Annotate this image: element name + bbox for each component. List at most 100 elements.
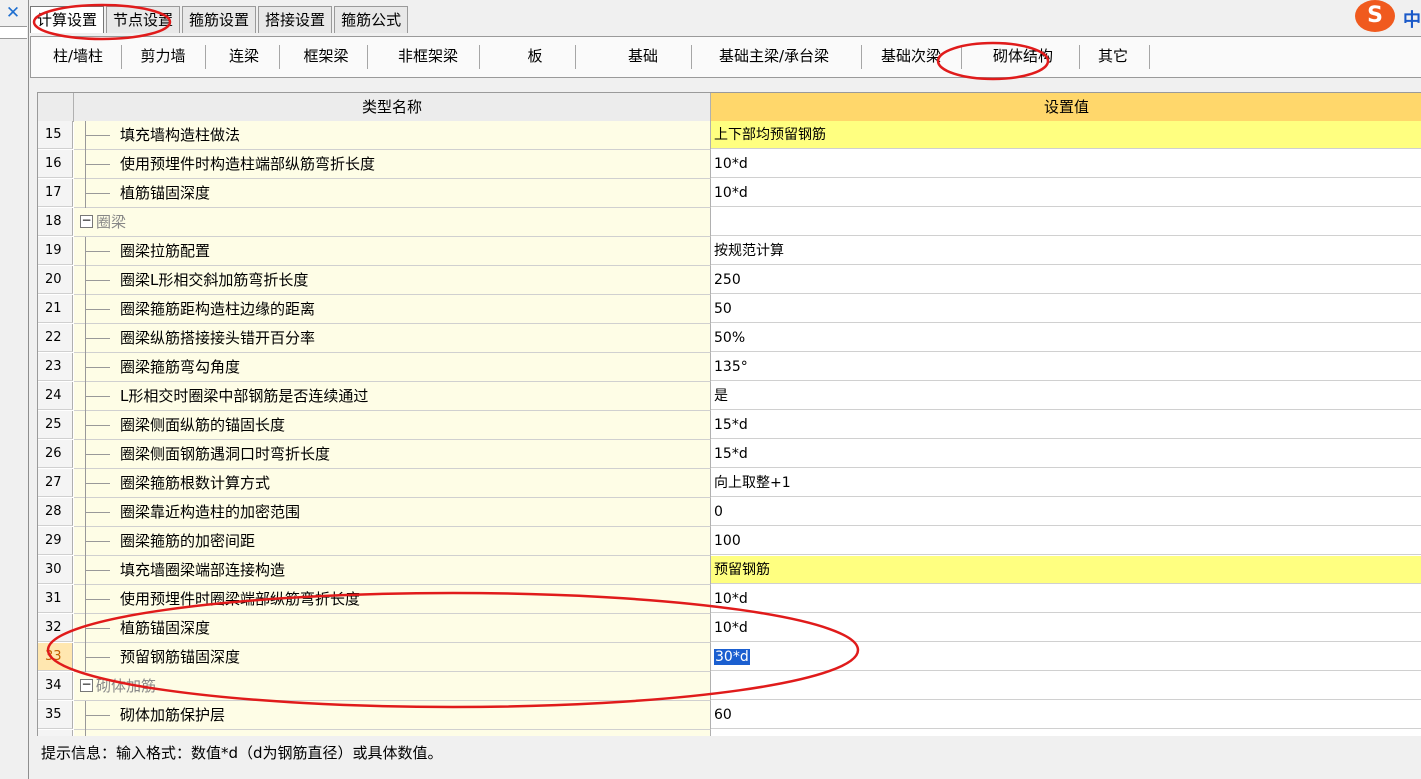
row-number[interactable]: 21 <box>38 295 73 323</box>
table-row[interactable]: 23 圈梁箍筋弯勾角度 135° <box>38 353 1421 382</box>
row-number[interactable]: 18 <box>38 208 73 236</box>
component-tab[interactable]: 其它 <box>1081 41 1145 71</box>
row-number[interactable]: 26 <box>38 440 73 468</box>
table-row[interactable]: 24 L形相交时圈梁中部钢筋是否连续通过 是 <box>38 382 1421 411</box>
tree-branch <box>86 541 110 542</box>
row-value-cell[interactable]: 200 <box>711 730 1421 736</box>
row-number[interactable]: 17 <box>38 179 73 207</box>
table-row[interactable]: 26 圈梁侧面钢筋遇洞口时弯折长度 15*d <box>38 440 1421 469</box>
table-row[interactable]: 28 圈梁靠近构造柱的加密范围 0 <box>38 498 1421 527</box>
component-tab[interactable]: 基础主梁/承台梁 <box>691 41 857 71</box>
value-editor[interactable]: 30*d <box>714 649 750 665</box>
table-row[interactable]: 15 填充墙构造柱做法 上下部均预留钢筋 <box>38 121 1421 150</box>
component-tab[interactable]: 基础次梁 <box>865 41 957 71</box>
row-value-cell[interactable]: 10*d <box>711 614 1421 642</box>
row-number[interactable]: 32 <box>38 614 73 642</box>
component-tab[interactable]: 框架梁 <box>289 41 363 71</box>
tab-separator <box>861 45 862 69</box>
tree-branch <box>86 483 110 484</box>
row-value: 135° <box>714 359 748 375</box>
row-name-cell: L形相交时圈梁中部钢筋是否连续通过 <box>74 382 711 411</box>
table-row[interactable]: 16 使用预埋件时构造柱端部纵筋弯折长度 10*d <box>38 150 1421 179</box>
top-tab[interactable]: 节点设置 <box>106 6 181 33</box>
row-number[interactable]: 36 <box>38 730 73 736</box>
table-row[interactable]: 20 圈梁L形相交斜加筋弯折长度 250 <box>38 266 1421 295</box>
row-value-cell[interactable]: 15*d <box>711 440 1421 468</box>
row-number[interactable]: 16 <box>38 150 73 178</box>
component-tab[interactable]: 剪力墙 <box>125 41 201 71</box>
row-value-cell[interactable] <box>711 208 1421 236</box>
top-tab[interactable]: 搭接设置 <box>258 6 333 33</box>
table-row[interactable]: 29 圈梁箍筋的加密间距 100 <box>38 527 1421 556</box>
table-row[interactable]: 35 砌体加筋保护层 60 <box>38 701 1421 730</box>
row-value-cell[interactable]: 上下部均预留钢筋 <box>711 121 1421 149</box>
close-icon[interactable]: ✕ <box>2 2 24 24</box>
row-value-cell[interactable]: 10*d <box>711 585 1421 613</box>
row-number[interactable]: 35 <box>38 701 73 729</box>
row-value-cell[interactable] <box>711 672 1421 700</box>
tree-branch <box>86 570 110 571</box>
group-row[interactable]: 18− 圈梁 <box>38 208 1421 237</box>
component-tab[interactable]: 基础 <box>599 41 687 71</box>
row-value-cell[interactable]: 预留钢筋 <box>711 556 1421 584</box>
table-row[interactable]: 31 使用预埋件时圈梁端部纵筋弯折长度 10*d <box>38 585 1421 614</box>
top-tab[interactable]: 计算设置 <box>30 6 105 33</box>
row-label: 使用预埋件时构造柱端部纵筋弯折长度 <box>120 155 376 173</box>
component-tab[interactable]: 板 <box>499 41 571 71</box>
collapse-icon[interactable]: − <box>80 678 93 692</box>
row-value-cell[interactable]: 0 <box>711 498 1421 526</box>
table-row[interactable]: 17 植筋锚固深度 10*d <box>38 179 1421 208</box>
row-number[interactable]: 20 <box>38 266 73 294</box>
row-value-cell[interactable]: 60 <box>711 701 1421 729</box>
table-row[interactable]: 30 填充墙圈梁端部连接构造 预留钢筋 <box>38 556 1421 585</box>
row-number[interactable]: 28 <box>38 498 73 526</box>
component-tab[interactable]: 砌体结构 <box>971 41 1075 71</box>
table-row[interactable]: 32 植筋锚固深度 10*d <box>38 614 1421 643</box>
table-row[interactable]: 22 圈梁纵筋搭接接头错开百分率 50% <box>38 324 1421 353</box>
row-value-cell[interactable]: 50% <box>711 324 1421 352</box>
row-value-cell[interactable]: 50 <box>711 295 1421 323</box>
row-name-cell: 圈梁箍筋弯勾角度 <box>74 353 711 382</box>
row-value-cell[interactable]: 10*d <box>711 179 1421 207</box>
row-number[interactable]: 27 <box>38 469 73 497</box>
row-value: 100 <box>714 533 741 549</box>
table-row[interactable]: 33 预留钢筋锚固深度 30*d <box>38 643 1421 672</box>
row-number[interactable]: 22 <box>38 324 73 352</box>
group-row[interactable]: 34− 砌体加筋 <box>38 672 1421 701</box>
row-value-cell[interactable]: 250 <box>711 266 1421 294</box>
table-row[interactable]: 19 圈梁拉筋配置 按规范计算 <box>38 237 1421 266</box>
row-number[interactable]: 25 <box>38 411 73 439</box>
table-row[interactable]: 21 圈梁箍筋距构造柱边缘的距离 50 <box>38 295 1421 324</box>
left-panel-field <box>0 26 27 39</box>
row-label: 填充墙圈梁端部连接构造 <box>120 561 286 579</box>
row-value-cell[interactable]: 15*d <box>711 411 1421 439</box>
row-number[interactable]: 31 <box>38 585 73 613</box>
row-value-cell[interactable]: 按规范计算 <box>711 237 1421 265</box>
table-row[interactable]: 25 圈梁侧面纵筋的锚固长度 15*d <box>38 411 1421 440</box>
row-value-cell[interactable]: 100 <box>711 527 1421 555</box>
row-number[interactable]: 33 <box>38 643 73 671</box>
component-tab[interactable]: 连梁 <box>213 41 275 71</box>
row-number[interactable]: 23 <box>38 353 73 381</box>
row-number[interactable]: 30 <box>38 556 73 584</box>
table-row[interactable]: 27 圈梁箍筋根数计算方式 向上取整+1 <box>38 469 1421 498</box>
row-number[interactable]: 29 <box>38 527 73 555</box>
component-tab[interactable]: 非框架梁 <box>381 41 475 71</box>
component-tab[interactable]: 柱/墙柱 <box>39 41 117 71</box>
hint-message: 提示信息：输入格式：数值*d（d为钢筋直径）或具体数值。 <box>41 744 443 762</box>
collapse-icon[interactable]: − <box>80 214 93 228</box>
row-number[interactable]: 19 <box>38 237 73 265</box>
row-value-cell[interactable]: 是 <box>711 382 1421 410</box>
row-value-cell[interactable]: 135° <box>711 353 1421 381</box>
ime-chinese-mode-icon[interactable]: 中 <box>1403 6 1421 32</box>
top-tab[interactable]: 箍筋公式 <box>334 6 409 33</box>
top-tab[interactable]: 箍筋设置 <box>182 6 257 33</box>
row-number[interactable]: 15 <box>38 121 73 149</box>
row-label: 圈梁箍筋的加密间距 <box>120 532 256 550</box>
row-value-cell[interactable]: 10*d <box>711 150 1421 178</box>
row-value-cell[interactable]: 向上取整+1 <box>711 469 1421 497</box>
row-number[interactable]: 24 <box>38 382 73 410</box>
row-value-cell[interactable]: 30*d <box>711 643 1421 671</box>
table-row[interactable]: 36 砌体加筋锚固长度 200 <box>38 730 1421 736</box>
row-number[interactable]: 34 <box>38 672 73 700</box>
